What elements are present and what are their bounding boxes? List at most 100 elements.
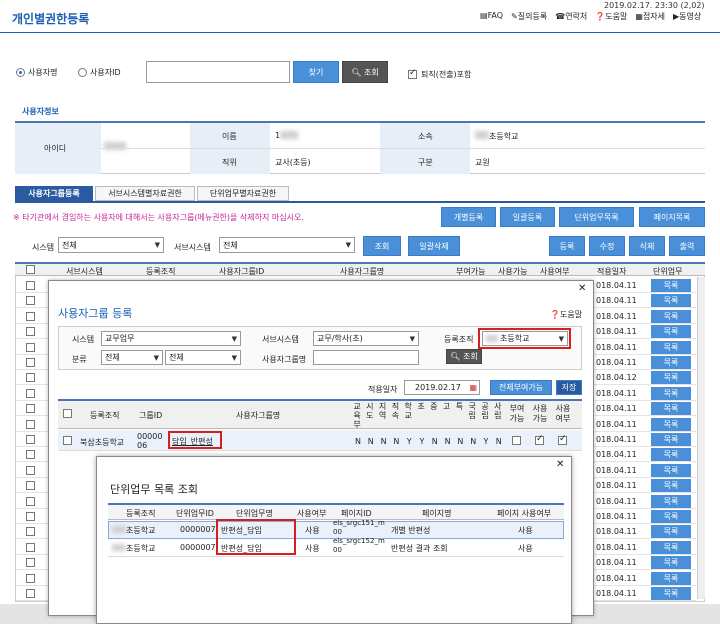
tab-subsystem[interactable]: 서브시스템별자료권한 [95,186,195,201]
unit-list-button[interactable]: 목록 [651,356,691,369]
register-button[interactable]: 등록 [549,236,585,256]
radio-username[interactable] [16,68,25,77]
modal1-close-icon[interactable]: ✕ [578,283,586,294]
calendar-icon[interactable]: ▦ [469,383,477,392]
main-row-checkbox[interactable] [26,419,35,429]
main-row-checkbox[interactable] [26,373,35,383]
unit-list-button[interactable]: 목록 [651,571,691,585]
main-row-checkbox[interactable] [26,527,35,537]
modal1-apply-date-input[interactable]: 2019.02.17 ▦ [404,380,480,395]
main-row-checkbox[interactable] [26,496,35,506]
main-row-checkbox[interactable] [26,481,35,491]
main-row-checkbox[interactable] [26,589,35,598]
search-icon: 🔍︎ [351,67,362,77]
unit-list-button[interactable]: 목록 [651,386,691,400]
modal1-help[interactable]: ❓도움말 [550,309,582,320]
modal1-class-select-1[interactable]: 전체 ▼ [101,350,163,365]
modal1-flag: N [355,437,361,446]
unit-list-button[interactable]: 목록 [651,494,691,508]
print-button[interactable]: 출력 [669,236,705,256]
main-scrollbar[interactable] [697,277,705,599]
individual-register-button[interactable]: 개별등록 [441,207,496,227]
main-row-checkbox[interactable] [26,327,35,337]
main-row-checkbox[interactable] [26,388,35,398]
main-row-checkbox[interactable] [26,296,35,306]
main-row-checkbox[interactable] [26,542,35,552]
unit-list-button[interactable]: 목록 [651,556,691,570]
bulk-register-button[interactable]: 일괄등록 [500,207,555,227]
modal1-vheader: 학교 [404,402,412,420]
chevron-down-icon: ▼ [153,353,159,362]
unit-list-button[interactable]: 목록 [651,371,691,385]
unit-task-list-button[interactable]: 단위업무목록 [559,207,634,227]
main-row-date: 018.04.11 [596,573,637,583]
main-row-checkbox[interactable] [26,281,35,290]
main-row-checkbox[interactable] [26,558,35,568]
grant-all-button[interactable]: 전체부여가능 [490,380,552,395]
modal1-query-button[interactable]: 🔍︎ 조회 [446,349,482,364]
contact-link[interactable]: ☎연락처 [555,11,587,22]
main-row-checkbox[interactable] [26,435,35,444]
tab-user-group[interactable]: 사용자그룹등록 [15,186,93,201]
modal2-row2-id: 0000007 [180,543,216,552]
unit-list-button[interactable]: 목록 [651,325,691,339]
modal1-save-button[interactable]: 저장 [556,380,582,395]
main-row-date: 018.04.11 [596,435,637,444]
unit-list-button[interactable]: 목록 [651,587,691,600]
modal1-flag: N [444,437,451,446]
unit-list-button[interactable]: 목록 [651,279,691,292]
unit-list-button[interactable]: 목록 [651,510,691,523]
bulk-delete-button[interactable]: 일괄삭제 [408,236,460,256]
question-link[interactable]: ✎질의등록 [511,11,547,22]
unit-list-button[interactable]: 목록 [651,402,691,416]
modal1-row-grant-checkbox[interactable] [512,436,521,445]
modal1-row-checkbox[interactable] [63,436,72,445]
unit-list-button[interactable]: 목록 [651,417,691,431]
posture-link[interactable]: ▦접자세 [635,11,665,22]
radio-userid[interactable] [78,68,87,77]
search-input[interactable] [146,61,290,83]
retired-checkbox[interactable] [408,68,417,79]
modal1-subsystem-select[interactable]: 교무/학사(초) ▼ [313,331,419,346]
unit-list-button[interactable]: 목록 [651,463,691,477]
unit-list-button[interactable]: 목록 [651,309,691,323]
main-row-checkbox[interactable] [26,311,35,321]
modal1-select-all-checkbox[interactable] [63,409,72,418]
query-button[interactable]: 🔍︎ 조회 [342,61,388,83]
modal1-row-usable-checkbox[interactable] [535,434,544,445]
help-link[interactable]: ❓도움말 [595,11,627,22]
video-link[interactable]: ▶동영상 [673,11,701,22]
unit-list-button[interactable]: 목록 [651,433,691,446]
find-button[interactable]: 찾기 [293,61,339,83]
filter-system-select[interactable]: 전체 ▼ [58,237,164,253]
modal2-row2-page-use: 사용 [518,544,533,553]
filter-subsystem-select[interactable]: 전체 ▼ [219,237,355,253]
main-row-checkbox[interactable] [26,342,35,352]
modal1-class-select-2[interactable]: 전체 ▼ [165,350,241,365]
main-select-all-checkbox[interactable] [26,265,35,274]
modal1-group-name-input[interactable] [313,350,419,365]
main-row-checkbox[interactable] [26,573,35,583]
unit-list-button[interactable]: 목록 [651,448,691,462]
unit-list-button[interactable]: 목록 [651,525,691,539]
modal1-system-select[interactable]: 교무업무 ▼ [101,331,241,346]
modal1-row-use-checkbox[interactable] [558,434,567,445]
main-row-checkbox[interactable] [26,358,35,367]
modal2-close-icon[interactable]: ✕ [556,459,564,470]
filter-query-button[interactable]: 조회 [363,236,401,256]
page-list-button[interactable]: 페이지목록 [639,207,705,227]
unit-list-button[interactable]: 목록 [651,294,691,308]
delete-button[interactable]: 삭제 [629,236,665,256]
main-row-checkbox[interactable] [26,404,35,414]
page-title: 개인별권한등록 [12,12,90,26]
main-row-checkbox[interactable] [26,512,35,521]
modal1-vheader: 국립 [468,402,476,420]
main-row-checkbox[interactable] [26,450,35,460]
main-row-checkbox[interactable] [26,465,35,475]
unit-list-button[interactable]: 목록 [651,340,691,354]
faq-link[interactable]: ▤FAQ [480,11,503,22]
unit-list-button[interactable]: 목록 [651,540,691,554]
edit-button[interactable]: 수정 [589,236,625,256]
unit-list-button[interactable]: 목록 [651,479,691,493]
tab-unit-task[interactable]: 단위업무별자료권한 [197,186,289,201]
